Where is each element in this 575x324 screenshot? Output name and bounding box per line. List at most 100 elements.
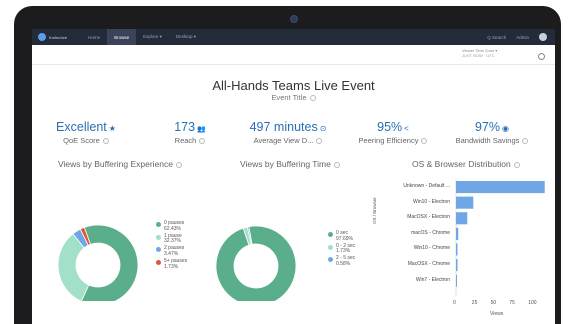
nav-explore[interactable]: Explore ▾: [136, 29, 169, 45]
bar-category-label: Win10 - Chrome: [413, 245, 450, 252]
user-menu[interactable]: Admin: [516, 35, 529, 40]
page-subtitle: Event Title: [32, 93, 555, 102]
time-chart-title: Views by Buffering Time: [240, 159, 331, 169]
legend-value: 3.47%: [164, 250, 179, 257]
bar-5[interactable]: [456, 259, 458, 272]
help-icon[interactable]: [421, 138, 428, 145]
bar-category-label: Unknown - Default ...: [403, 183, 450, 189]
legend-swatch: [156, 259, 161, 265]
donut-slice-0[interactable]: [215, 225, 297, 301]
camera-icon: [291, 16, 297, 22]
os-browser-bar-chart: [455, 179, 545, 297]
bar-6[interactable]: [456, 274, 457, 287]
experience-chart-title: Views by Buffering Experience: [58, 159, 173, 169]
y-axis-label: OS / Browser: [372, 197, 377, 224]
kpi-qoe-label: QoE Score: [63, 136, 100, 145]
bar-0[interactable]: [456, 181, 545, 194]
legend-item-0[interactable]: 0 sec 97.69%: [328, 230, 355, 243]
legend-item-1[interactable]: 0 - 2 sec 1.73%: [328, 243, 355, 256]
kpi-qoe-value: Excellent: [56, 120, 107, 134]
kpi-peering-value: 95%: [377, 120, 403, 134]
legend-swatch: [156, 247, 161, 253]
brand-name: Kollective: [49, 34, 68, 40]
kpi-average-view: 497 minutes ⊙ Average View D...: [232, 120, 344, 145]
panel-title-time: Views by Buffering Time: [240, 159, 340, 169]
panel-title-os: OS & Browser Distribution: [412, 159, 520, 169]
avatar[interactable]: [539, 33, 547, 41]
x-tick-label: 0: [453, 300, 456, 306]
brand-logo[interactable]: Kollective: [38, 33, 67, 41]
legend-swatch: [328, 244, 333, 250]
bar-category-label: MacOSX - Chrome: [407, 260, 450, 267]
bar-category-label: Win10 - Electron: [413, 198, 450, 205]
bar-category-label: Win7 - Electron: [415, 276, 450, 283]
help-icon[interactable]: [316, 138, 323, 145]
x-tick-label: 25: [471, 300, 478, 306]
buffering-experience-legend: 0 pauses 62.43% 1 pause 32.37% 2 pauses 3.47%…: [156, 220, 187, 271]
bar-category-label: MacOSX - Electron: [407, 214, 450, 221]
timezone-value: JUST NOW · UTC: [462, 53, 495, 58]
help-icon[interactable]: [199, 138, 206, 145]
kpi-average-view-value: 497 minutes: [249, 120, 318, 134]
bar-3[interactable]: [456, 227, 459, 240]
nav-home[interactable]: Home: [81, 29, 107, 45]
bar-category-label: macOS - Chrome: [411, 229, 450, 236]
legend-value: 97.69%: [336, 235, 353, 242]
help-icon[interactable]: [513, 161, 520, 168]
timezone-selector[interactable]: Viewer Time Zone ▾ JUST NOW · UTC: [462, 48, 497, 58]
x-axis-label: Views: [490, 311, 504, 317]
kpi-peering-efficiency: 95% < Peering Efficiency: [346, 120, 440, 145]
panel-title-experience: Views by Buffering Experience: [58, 159, 182, 169]
nav-desktop[interactable]: Desktop ▾: [169, 29, 203, 45]
kpi-bandwidth-savings: 97% ◉ Bandwidth Savings: [442, 120, 542, 145]
buffering-experience-donut: [57, 224, 139, 301]
legend-value: 62.43%: [164, 225, 181, 232]
help-icon[interactable]: [102, 138, 109, 145]
bar-2[interactable]: [456, 212, 468, 225]
legend-swatch: [328, 257, 333, 263]
star-icon: ★: [108, 124, 116, 133]
search-link[interactable]: Q Search: [487, 35, 506, 40]
x-tick-label: 75: [509, 300, 515, 306]
kpi-qoe-score: Excellent ★ QoE Score: [46, 120, 126, 145]
bar-1[interactable]: [456, 196, 474, 209]
kpi-reach-label: Reach: [174, 136, 197, 145]
clock-icon: ⊙: [319, 124, 327, 133]
legend-value: 0.58%: [336, 260, 351, 267]
os-browser-labels: Unknown - Default ... Win10 - Electron Mac…: [382, 179, 450, 288]
kpi-peering-label: Peering Efficiency: [358, 136, 419, 145]
buffering-time-legend: 0 sec 97.69% 0 - 2 sec 1.73% 2 - 5 sec 0.58%: [328, 230, 355, 269]
legend-item-2[interactable]: 2 pauses 3.47%: [156, 245, 187, 258]
top-nav: Kollective Home Browse Explore ▾ Desktop…: [32, 29, 555, 45]
kpi-reach: 173 👥 Reach: [150, 120, 230, 145]
gauge-icon: ◉: [502, 124, 509, 133]
gear-icon[interactable]: [538, 53, 545, 60]
kpi-bandwidth-value: 97%: [474, 120, 501, 134]
page-title: All-Hands Teams Live Event: [212, 78, 375, 93]
help-icon[interactable]: [522, 138, 529, 145]
bar-4[interactable]: [456, 243, 458, 256]
kpi-average-view-label: Average View D...: [253, 136, 314, 145]
kpi-bandwidth-label: Bandwidth Savings: [455, 136, 520, 145]
legend-item-2[interactable]: 2 - 5 sec 0.58%: [328, 255, 355, 268]
buffering-time-donut: [215, 225, 297, 301]
legend-item-0[interactable]: 0 pauses 62.43%: [156, 220, 187, 233]
share-icon: <: [404, 124, 409, 133]
event-title-label: Event Title: [271, 93, 307, 102]
help-icon[interactable]: [175, 161, 182, 168]
help-icon[interactable]: [309, 95, 316, 102]
nav-browse[interactable]: Browse: [107, 29, 137, 45]
legend-swatch: [328, 232, 333, 237]
x-tick-label: 50: [490, 300, 497, 306]
x-tick-label: 100: [528, 300, 537, 306]
legend-swatch: [156, 222, 161, 227]
users-icon: 👥: [197, 126, 206, 133]
os-chart-title: OS & Browser Distribution: [412, 159, 511, 169]
legend-item-3[interactable]: 5+ pauses 1.73%: [156, 258, 187, 271]
app-screen: Kollective Home Browse Explore ▾ Desktop…: [32, 29, 555, 324]
header-divider: [32, 64, 555, 65]
help-icon[interactable]: [333, 161, 340, 168]
donut-slice-0[interactable]: [81, 224, 139, 301]
legend-item-1[interactable]: 1 pause 32.37%: [156, 233, 187, 246]
legend-value: 1.73%: [164, 263, 179, 270]
